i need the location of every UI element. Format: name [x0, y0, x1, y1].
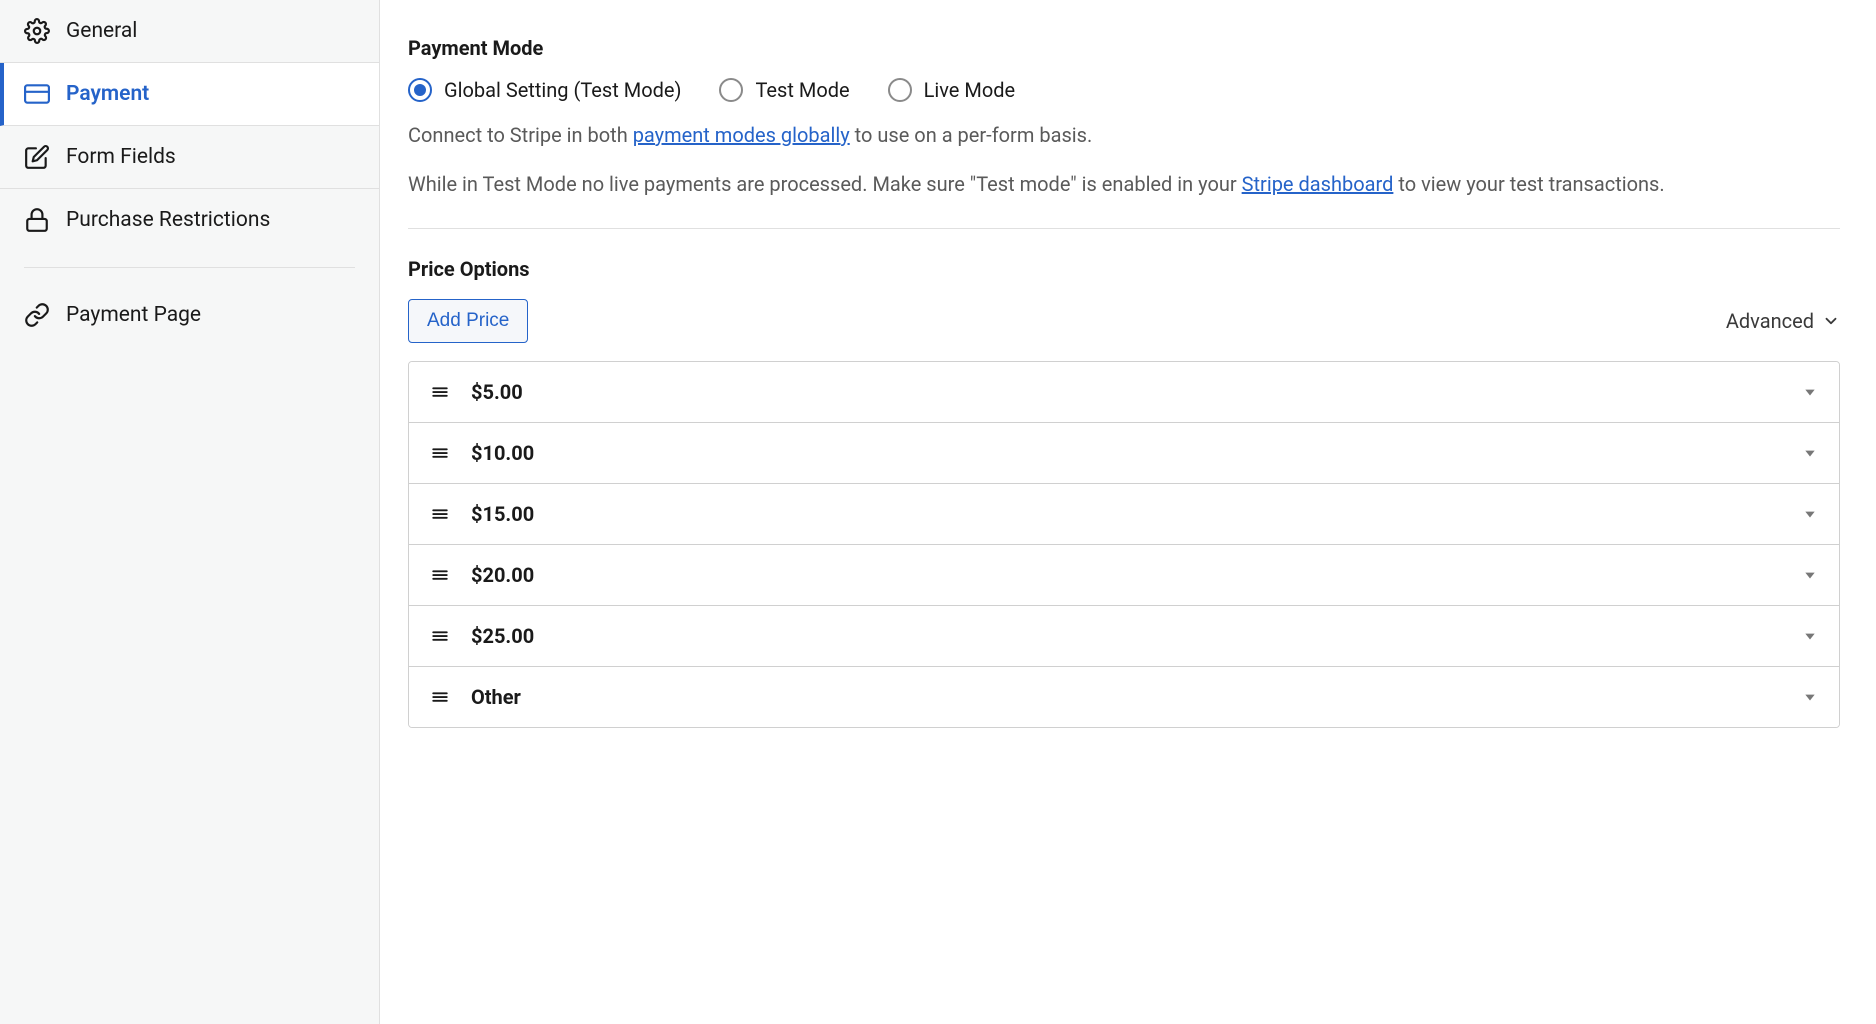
- sidebar-item-general[interactable]: General: [0, 0, 379, 63]
- radio-test-mode[interactable]: Test Mode: [719, 78, 849, 102]
- section-divider: [408, 228, 1840, 229]
- stripe-dashboard-link[interactable]: Stripe dashboard: [1242, 172, 1394, 196]
- price-row[interactable]: $20.00: [409, 545, 1839, 606]
- caret-down-icon: [1803, 629, 1817, 643]
- price-row[interactable]: $15.00: [409, 484, 1839, 545]
- drag-handle-icon[interactable]: [431, 688, 449, 706]
- drag-handle-icon[interactable]: [431, 444, 449, 462]
- add-price-button[interactable]: Add Price: [408, 299, 528, 343]
- advanced-label: Advanced: [1726, 309, 1814, 333]
- sidebar-divider: [24, 267, 355, 268]
- sidebar-item-payment-page[interactable]: Payment Page: [0, 284, 379, 346]
- radio-label: Global Setting (Test Mode): [444, 78, 681, 102]
- price-label: $5.00: [471, 380, 1803, 404]
- lock-icon: [24, 207, 50, 233]
- advanced-toggle[interactable]: Advanced: [1726, 309, 1840, 333]
- sidebar-item-label: Form Fields: [66, 145, 176, 169]
- gear-icon: [24, 18, 50, 44]
- payment-modes-link[interactable]: payment modes globally: [633, 123, 850, 147]
- price-row[interactable]: Other: [409, 667, 1839, 727]
- radio-unchecked-icon: [719, 78, 743, 102]
- radio-global-setting[interactable]: Global Setting (Test Mode): [408, 78, 681, 102]
- drag-handle-icon[interactable]: [431, 383, 449, 401]
- sidebar-item-label: Payment Page: [66, 303, 201, 327]
- drag-handle-icon[interactable]: [431, 566, 449, 584]
- sidebar-item-purchase-restrictions[interactable]: Purchase Restrictions: [0, 189, 379, 251]
- price-label: $25.00: [471, 624, 1803, 648]
- payment-mode-title: Payment Mode: [408, 36, 1840, 60]
- price-label: $15.00: [471, 502, 1803, 526]
- sidebar: General Payment Form Fields Purchase Res…: [0, 0, 380, 1024]
- chevron-down-icon: [1822, 312, 1840, 330]
- caret-down-icon: [1803, 446, 1817, 460]
- price-row[interactable]: $10.00: [409, 423, 1839, 484]
- sidebar-item-label: Payment: [66, 82, 149, 106]
- caret-down-icon: [1803, 568, 1817, 582]
- price-label: $10.00: [471, 441, 1803, 465]
- drag-handle-icon[interactable]: [431, 505, 449, 523]
- sidebar-item-payment[interactable]: Payment: [0, 63, 379, 126]
- drag-handle-icon[interactable]: [431, 627, 449, 645]
- price-list: $5.00 $10.00 $15.00: [408, 361, 1840, 728]
- radio-label: Live Mode: [924, 78, 1016, 102]
- credit-card-icon: [24, 81, 50, 107]
- radio-unchecked-icon: [888, 78, 912, 102]
- caret-down-icon: [1803, 385, 1817, 399]
- price-options-header: Add Price Advanced: [408, 299, 1840, 343]
- price-label: Other: [471, 685, 1803, 709]
- link-icon: [24, 302, 50, 328]
- price-row[interactable]: $5.00: [409, 362, 1839, 423]
- price-options-title: Price Options: [408, 257, 1840, 281]
- help-text-connect: Connect to Stripe in both payment modes …: [408, 120, 1840, 151]
- radio-label: Test Mode: [755, 78, 849, 102]
- help-text-test-mode: While in Test Mode no live payments are …: [408, 169, 1840, 200]
- radio-checked-icon: [408, 78, 432, 102]
- caret-down-icon: [1803, 507, 1817, 521]
- edit-icon: [24, 144, 50, 170]
- caret-down-icon: [1803, 690, 1817, 704]
- price-label: $20.00: [471, 563, 1803, 587]
- main-content: Payment Mode Global Setting (Test Mode) …: [380, 0, 1876, 1024]
- payment-mode-radio-group: Global Setting (Test Mode) Test Mode Liv…: [408, 78, 1840, 102]
- price-row[interactable]: $25.00: [409, 606, 1839, 667]
- sidebar-item-form-fields[interactable]: Form Fields: [0, 126, 379, 189]
- radio-live-mode[interactable]: Live Mode: [888, 78, 1016, 102]
- sidebar-item-label: Purchase Restrictions: [66, 208, 270, 232]
- sidebar-item-label: General: [66, 19, 137, 43]
